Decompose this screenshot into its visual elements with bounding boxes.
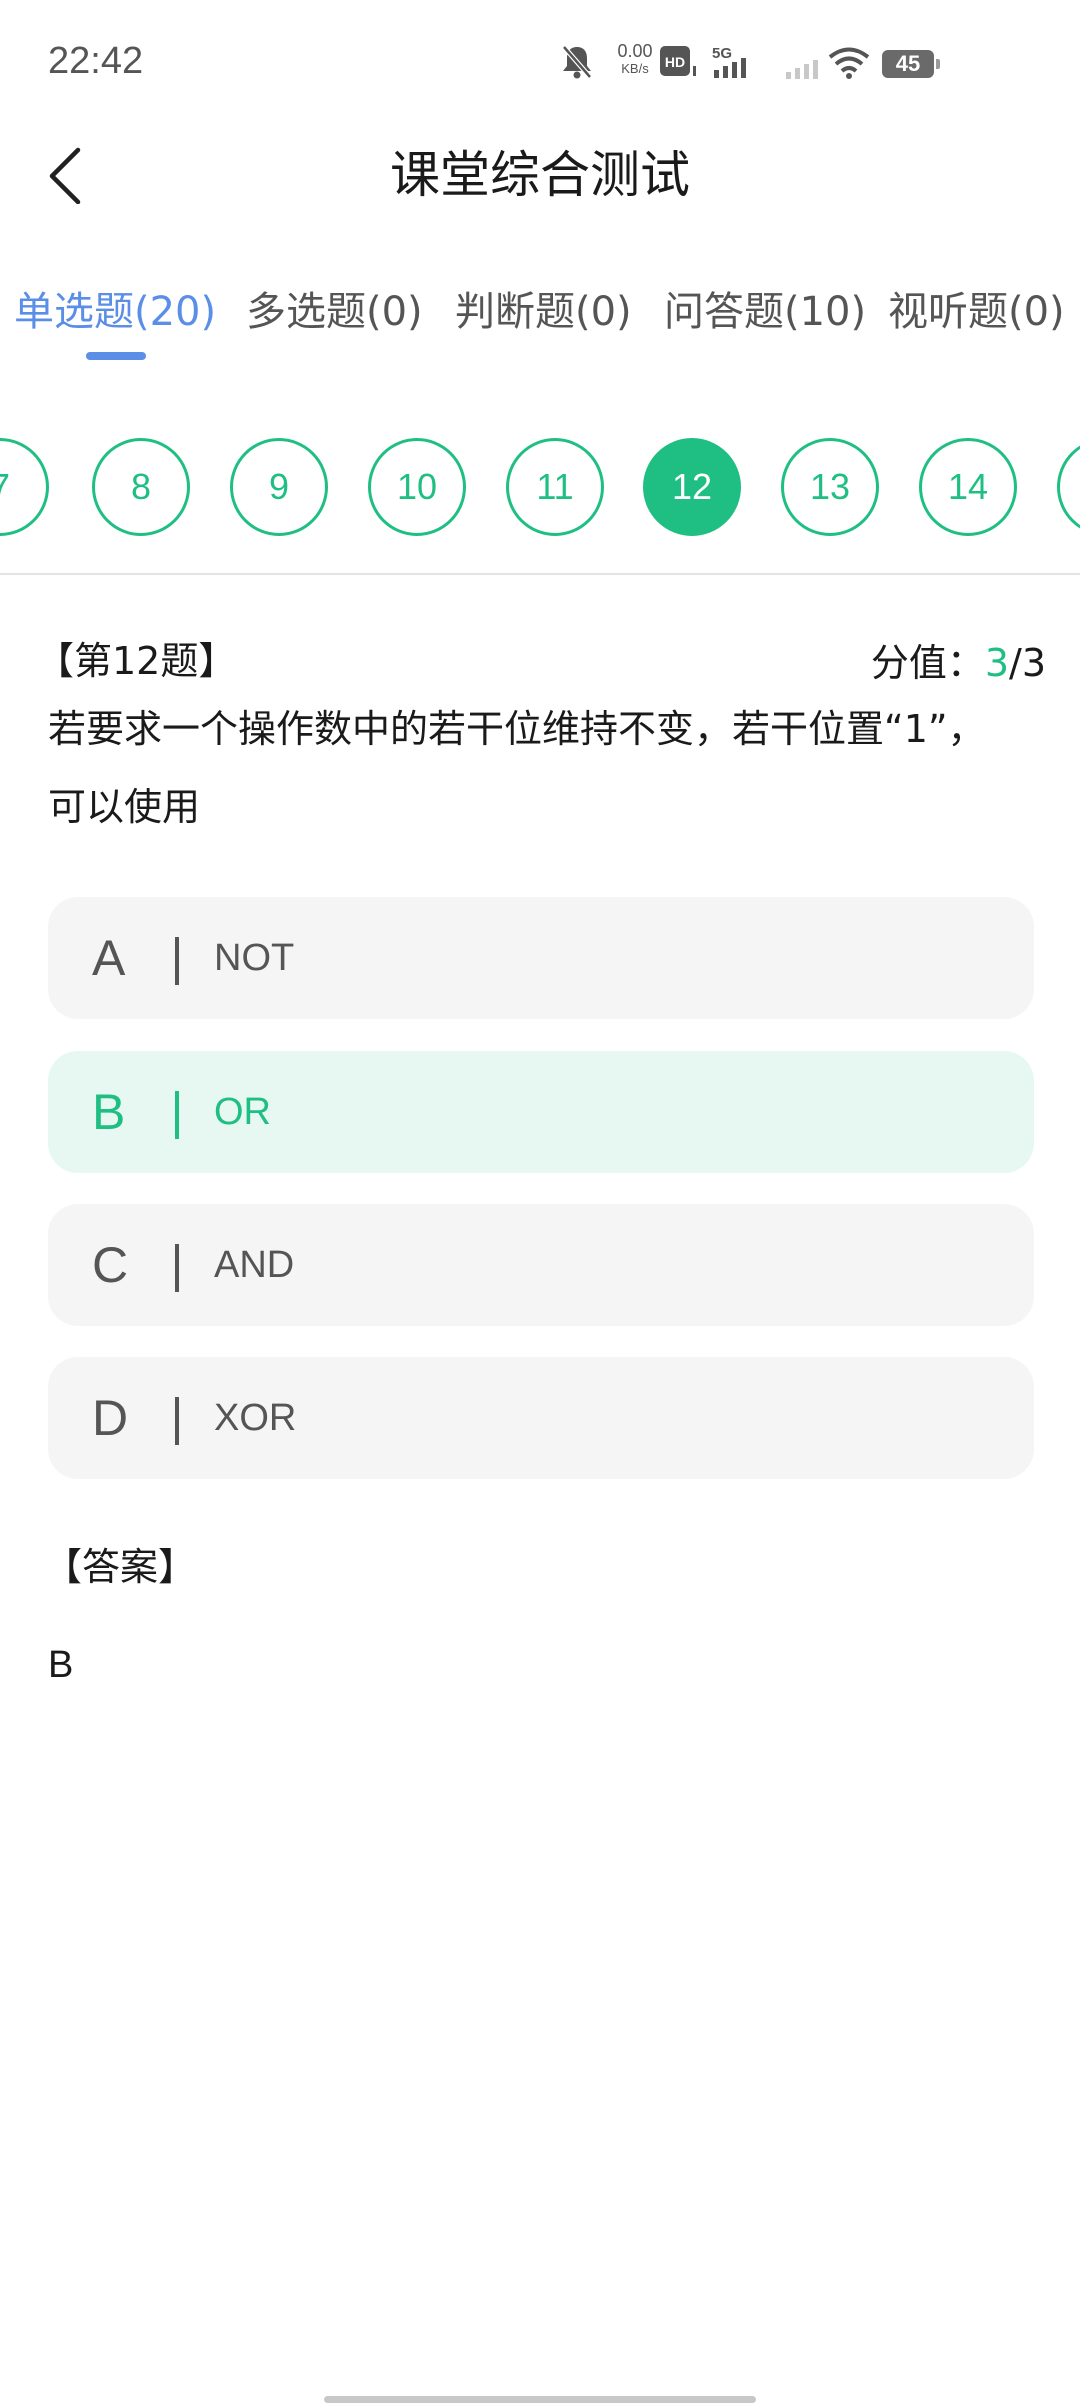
home-indicator[interactable] — [324, 2396, 756, 2403]
option-a[interactable]: A NOT — [48, 897, 1034, 1019]
tab-single-choice[interactable]: 单选题(20) — [14, 282, 216, 342]
question-type-tabs: 单选题(20) 多选题(0) 判断题(0) 问答题(10) 视听题(0) — [0, 282, 1080, 362]
score-label: 分值： — [870, 641, 985, 685]
hd-icon: HD — [660, 46, 700, 78]
mute-bell-icon — [560, 44, 594, 80]
status-icons: 0.00 KB/s HD 5G 45 — [560, 38, 940, 92]
answer-value: B — [48, 1644, 74, 1686]
score-value: 3 — [984, 641, 1010, 685]
question-score: 分值：3/3 — [871, 632, 1046, 687]
option-letter: C — [92, 1237, 129, 1293]
signal-5g-icon: 5G — [712, 44, 758, 80]
signal-icon — [784, 52, 824, 80]
tab-short-answer[interactable]: 问答题(10) — [664, 282, 866, 342]
page-title: 课堂综合测试 — [390, 146, 690, 204]
option-separator — [175, 1091, 179, 1139]
option-letter: D — [92, 1390, 129, 1446]
question-number[interactable]: 14 — [919, 438, 1017, 536]
question-number[interactable]: 10 — [368, 438, 466, 536]
wifi-icon — [828, 46, 870, 80]
option-c[interactable]: C AND — [48, 1204, 1034, 1326]
option-separator — [175, 1244, 179, 1292]
tab-multiple-choice[interactable]: 多选题(0) — [246, 282, 423, 342]
tab-audio-visual[interactable]: 视听题(0) — [888, 282, 1065, 342]
question-number[interactable]: 15 — [1057, 438, 1080, 536]
question-number[interactable]: 7 — [0, 438, 49, 536]
tab-true-false[interactable]: 判断题(0) — [455, 282, 632, 342]
network-label: 5G — [712, 45, 732, 62]
tab-indicator — [86, 352, 146, 360]
question-number-strip[interactable]: 7 8 9 10 11 12 13 14 15 — [0, 438, 1080, 538]
question-heading: 【第12题】 — [36, 639, 237, 683]
network-speed: 0.00 KB/s — [610, 42, 660, 82]
option-text: OR — [214, 1091, 271, 1133]
network-speed-value: 0.00 — [617, 41, 653, 61]
option-text: XOR — [214, 1397, 297, 1439]
option-letter: B — [92, 1084, 126, 1140]
header: 课堂综合测试 — [0, 130, 1080, 220]
question-number-active[interactable]: 12 — [643, 438, 741, 536]
option-b[interactable]: B OR — [48, 1051, 1034, 1173]
option-separator — [175, 937, 179, 985]
question-number[interactable]: 13 — [781, 438, 879, 536]
answer-label: 【答案】 — [44, 1545, 197, 1589]
option-separator — [175, 1397, 179, 1445]
option-text: AND — [214, 1244, 295, 1286]
network-speed-unit: KB/s — [621, 61, 649, 76]
status-bar: 22:42 0.00 KB/s HD 5G 45 — [0, 0, 1080, 130]
question-number[interactable]: 9 — [230, 438, 328, 536]
question-number[interactable]: 8 — [92, 438, 190, 536]
status-time: 22:42 — [48, 40, 144, 82]
question-text: 若要求一个操作数中的若干位维持不变，若干位置“1”，可以使用 — [48, 707, 986, 829]
score-total: /3 — [1009, 641, 1046, 685]
divider — [0, 573, 1080, 575]
option-d[interactable]: D XOR — [48, 1357, 1034, 1479]
battery-icon: 45 — [882, 50, 940, 78]
hd-label: HD — [665, 54, 685, 70]
question-number[interactable]: 11 — [506, 438, 604, 536]
option-letter: A — [92, 930, 126, 986]
option-text: NOT — [214, 937, 295, 979]
